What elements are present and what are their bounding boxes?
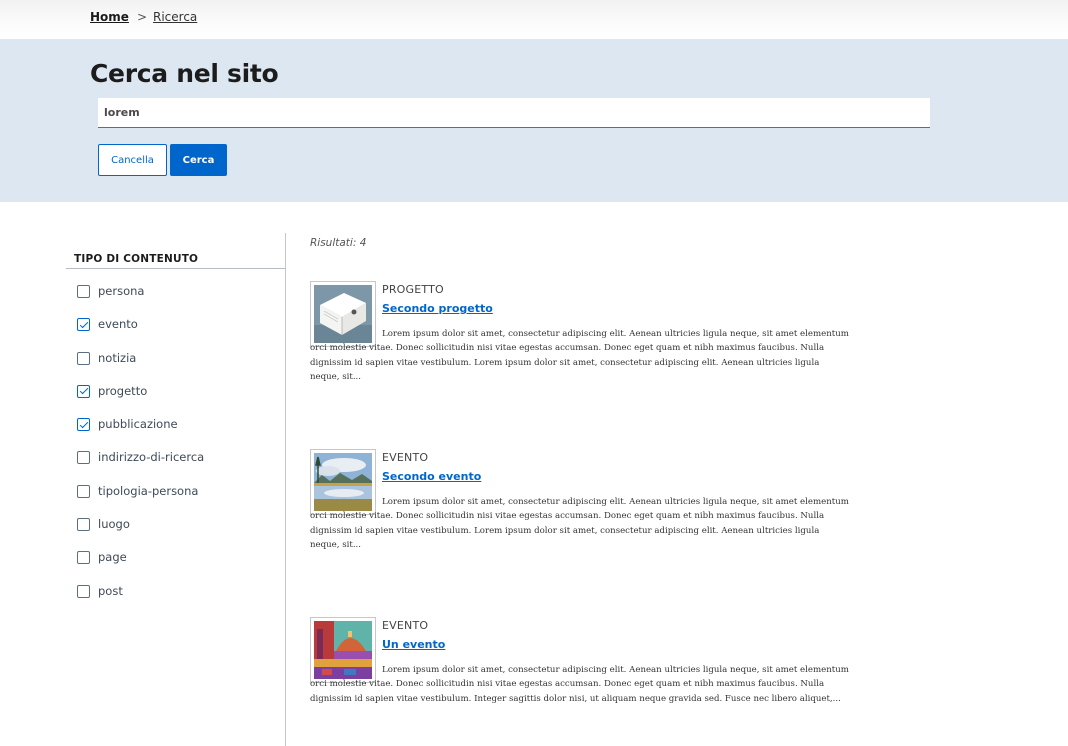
checkbox[interactable] <box>77 451 90 465</box>
checkbox[interactable] <box>77 551 90 565</box>
search-input[interactable] <box>98 98 930 128</box>
filter-label: pubblicazione <box>98 417 178 432</box>
result-type: PROGETTO <box>382 283 444 296</box>
filter-item-page[interactable]: page <box>77 551 204 584</box>
filter-item-pubblicazione[interactable]: pubblicazione <box>77 418 204 451</box>
filter-item-post[interactable]: post <box>77 583 204 618</box>
filter-list: persona evento notizia progetto pubblica… <box>77 285 204 618</box>
filter-item-luogo[interactable]: luogo <box>77 518 204 551</box>
filter-label: progetto <box>98 383 148 398</box>
checkbox[interactable] <box>77 318 90 332</box>
breadcrumb-home-link[interactable]: Home <box>90 10 129 24</box>
filter-item-indirizzo-di-ricerca[interactable]: indirizzo-di-ricerca <box>77 451 204 484</box>
checkbox[interactable] <box>77 418 90 432</box>
result-excerpt: Lorem ipsum dolor sit amet, consectetur … <box>310 329 849 382</box>
filter-item-tipologia-persona[interactable]: tipologia-persona <box>77 483 204 518</box>
filter-label: persona <box>98 284 145 298</box>
filter-label: tipologia-persona <box>98 483 199 498</box>
result-excerpt: Lorem ipsum dolor sit amet, consectetur … <box>310 497 849 550</box>
filter-label: indirizzo-di-ricerca <box>98 450 205 465</box>
result-excerpt: Lorem ipsum dolor sit amet, consectetur … <box>310 665 849 704</box>
breadcrumb-bar: Home > Ricerca <box>0 0 1068 39</box>
breadcrumb-separator: > <box>136 10 147 24</box>
filter-label: luogo <box>98 517 130 532</box>
checkbox[interactable] <box>77 518 90 532</box>
checkbox[interactable] <box>77 484 90 498</box>
checkbox[interactable] <box>77 285 90 298</box>
result-title-link[interactable]: Secondo progetto <box>382 302 493 315</box>
search-button[interactable]: Cerca <box>170 144 227 176</box>
checkbox[interactable] <box>77 351 90 365</box>
filter-divider <box>66 268 285 269</box>
filter-item-notizia[interactable]: notizia <box>77 350 204 385</box>
filter-label: post <box>98 583 123 598</box>
breadcrumb: Home > Ricerca <box>90 10 197 24</box>
checkbox[interactable] <box>77 384 90 398</box>
result-type: EVENTO <box>382 619 429 632</box>
filter-sidebar: TIPO DI CONTENUTO persona evento notizia… <box>66 233 286 746</box>
result-title-link[interactable]: Secondo evento <box>382 470 481 483</box>
cancel-button[interactable]: Cancella <box>98 144 167 176</box>
filter-item-evento[interactable]: evento <box>77 318 204 351</box>
search-section: Cerca nel sito Cancella Cerca <box>0 39 1068 202</box>
filter-title: TIPO DI CONTENUTO <box>74 253 199 265</box>
result-title-link[interactable]: Un evento <box>382 638 445 651</box>
filter-item-progetto[interactable]: progetto <box>77 383 204 418</box>
results-count: Risultati: 4 <box>310 237 367 249</box>
page-title: Cerca nel sito <box>90 59 279 88</box>
filter-label: notizia <box>98 350 137 365</box>
filter-item-persona[interactable]: persona <box>77 285 204 318</box>
result-type: EVENTO <box>382 451 429 464</box>
breadcrumb-current[interactable]: Ricerca <box>153 10 197 24</box>
filter-label: page <box>98 550 127 565</box>
checkbox[interactable] <box>77 584 90 598</box>
filter-label: evento <box>98 317 138 332</box>
